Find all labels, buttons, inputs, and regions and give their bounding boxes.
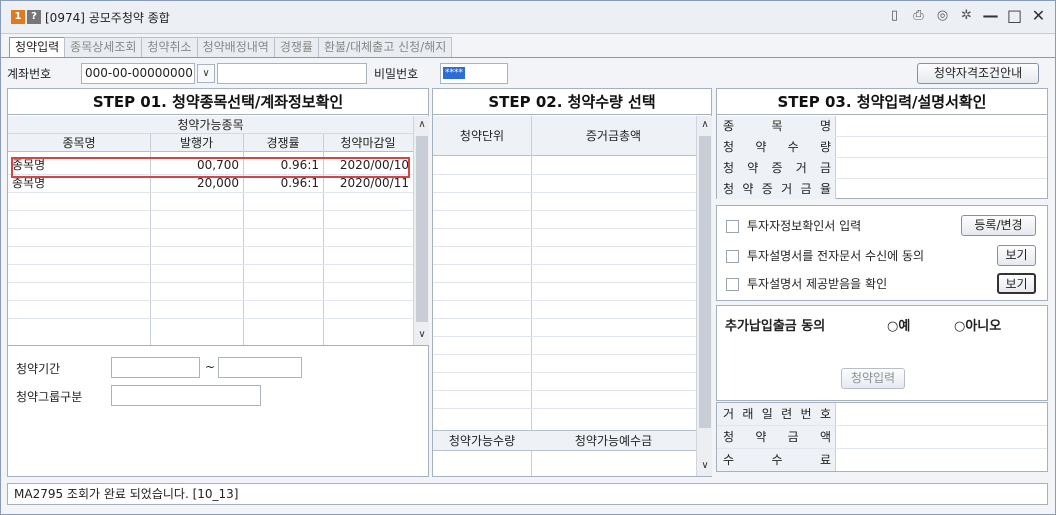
scroll-thumb[interactable] [699, 136, 711, 428]
tab-subscribe-input[interactable]: 청약입력 [9, 37, 66, 57]
step3-panel: STEP 03. 청약입력/설명서확인 종 목 명 청 약 수 량 청 약 증 … [716, 88, 1048, 477]
radio-yes-label: 예 [898, 319, 911, 334]
account-label: 계좌번호 [7, 67, 52, 81]
account-number-input[interactable]: 000-00-00000000 [81, 63, 195, 84]
window-tools: ▯ ⎙ ◎ ✲ — □ ✕ [886, 6, 1047, 25]
margin-label: 청 약 증 거 금 [723, 161, 831, 175]
step2-footer-header: 청약가능수량 청약가능예수금 [433, 430, 696, 451]
settings-icon[interactable]: ✲ [958, 7, 975, 24]
stock-name-label: 종 목 명 [723, 119, 831, 133]
period-label: 청약기간 [16, 362, 61, 376]
selected-row-highlight [11, 157, 410, 178]
tab-bar: 청약입력 종목상세조회 청약취소 청약배정내역 경쟁률 환불/대체출고 신청/해… [9, 37, 453, 57]
step2-scrollbar[interactable]: ∧ ∨ [696, 116, 712, 476]
step3-info-box: STEP 03. 청약입력/설명서확인 종 목 명 청 약 수 량 청 약 증 … [716, 88, 1048, 199]
amount-label: 청 약 금 액 [723, 430, 831, 444]
step3-title: STEP 03. 청약입력/설명서확인 [717, 89, 1047, 115]
consent-box: 투자자정보확인서 입력 등록/변경 투자설명서를 전자문서 수신에 동의 보기 … [716, 205, 1048, 301]
investor-info-checkbox[interactable] [726, 220, 739, 233]
step2-panel: STEP 02. 청약수량 선택 청약단위 증거금총액 청약가능수량 청약가능예… [432, 88, 712, 477]
view-button[interactable]: 보기 [997, 245, 1036, 266]
password-label: 비밀번호 [374, 67, 419, 81]
minimize-icon[interactable]: — [982, 6, 999, 25]
scroll-down-icon[interactable]: ∨ [414, 327, 430, 343]
step1-panel: STEP 01. 청약종목선택/계좌정보확인 청약가능종목 종목명 발행가 경쟁… [7, 88, 429, 477]
print-icon[interactable]: ⎙ [910, 7, 927, 24]
trade-seq-label: 거 래 일 련 번 호 [723, 407, 831, 421]
account-name-field [217, 63, 367, 84]
col-margin-total: 증거금총액 [585, 129, 642, 143]
group-label: 청약그룹구분 [16, 390, 83, 404]
tab-cancel[interactable]: 청약취소 [141, 37, 198, 57]
view-button[interactable]: 보기 [997, 273, 1036, 294]
password-mask: **** [443, 67, 465, 79]
prospectus-received-checkbox[interactable] [726, 278, 739, 291]
group-input[interactable] [111, 385, 261, 406]
screen-number-icon[interactable]: 1 [11, 10, 25, 24]
col-deadline: 청약마감일 [340, 136, 396, 150]
radio-icon: ○ [954, 319, 966, 334]
tab-allocation[interactable]: 청약배정내역 [196, 37, 275, 57]
e-doc-consent-checkbox[interactable] [726, 250, 739, 263]
step1-scrollbar[interactable]: ∧ ∨ [413, 116, 429, 345]
period-end-input[interactable] [218, 357, 302, 378]
capture-icon[interactable]: ◎ [934, 7, 951, 24]
col-available-deposit: 청약가능예수금 [574, 434, 653, 448]
radio-no[interactable]: ○아니오 [954, 318, 1001, 336]
period-start-input[interactable] [111, 357, 200, 378]
radio-yes[interactable]: ○예 [887, 318, 910, 336]
col-unit: 청약단위 [459, 129, 505, 143]
status-bar: MA2795 조회가 완료 되었습니다. [10_13] [7, 483, 1048, 505]
prospectus-received-label: 투자설명서 제공받음을 확인 [747, 277, 888, 291]
step2-column-header: 청약단위 증거금총액 [433, 116, 696, 156]
window-title: [0974] 공모주청약 종합 [45, 11, 170, 25]
tab-refund[interactable]: 환불/대체출고 신청/해지 [317, 37, 453, 57]
col-competition: 경쟁률 [266, 136, 300, 150]
radio-no-label: 아니오 [965, 319, 1002, 334]
scroll-thumb[interactable] [416, 136, 428, 322]
account-dropdown-icon[interactable]: ∨ [197, 64, 215, 83]
tab-divider [1, 57, 1055, 58]
col-issue-price: 발행가 [179, 136, 214, 150]
result-box: 거 래 일 련 번 호 청 약 금 액 수 수 료 [716, 402, 1048, 472]
consent-label: 추가납입출금 동의 [725, 319, 826, 334]
period-separator: ~ [205, 360, 216, 374]
submit-subscription-button[interactable]: 청약입력 [841, 368, 905, 389]
register-change-button[interactable]: 등록/변경 [961, 215, 1036, 236]
col-available-qty: 청약가능수량 [448, 434, 516, 448]
step1-column-header: 종목명 발행가 경쟁률 청약마감일 [8, 134, 413, 152]
margin-rate-label: 청 약 증 거 금 율 [723, 182, 831, 196]
investor-info-label: 투자자정보확인서 입력 [747, 219, 862, 233]
tab-stock-detail[interactable]: 종목상세조회 [64, 37, 143, 57]
help-icon[interactable]: ? [27, 10, 41, 24]
qty-label: 청 약 수 량 [723, 140, 831, 154]
fee-label: 수 수 료 [723, 453, 831, 467]
memo-icon[interactable]: ▯ [886, 7, 903, 24]
step1-title: STEP 01. 청약종목선택/계좌정보확인 [8, 89, 428, 115]
password-input[interactable]: **** [440, 63, 508, 84]
maximize-icon[interactable]: □ [1006, 6, 1023, 25]
scroll-down-icon[interactable]: ∨ [697, 458, 713, 474]
step2-title: STEP 02. 청약수량 선택 [433, 89, 711, 115]
scroll-up-icon[interactable]: ∧ [414, 117, 430, 133]
account-row: 계좌번호 000-00-00000000 ∨ 비밀번호 **** 청약자격조건안… [1, 59, 1055, 87]
scroll-up-icon[interactable]: ∧ [697, 117, 713, 133]
title-bar: 1 ? [0974] 공모주청약 종합 ▯ ⎙ ◎ ✲ — □ ✕ [1, 1, 1055, 34]
e-doc-consent-label: 투자설명서를 전자문서 수신에 동의 [747, 249, 925, 263]
radio-icon: ○ [887, 319, 899, 334]
submit-box: 추가납입출금 동의 ○예 ○아니오 청약입력 [716, 305, 1048, 401]
close-icon[interactable]: ✕ [1030, 6, 1047, 25]
tab-competition[interactable]: 경쟁률 [273, 37, 319, 57]
eligibility-guide-button[interactable]: 청약자격조건안내 [917, 63, 1039, 84]
step1-group-header: 청약가능종목 [8, 116, 413, 134]
app-window: 1 ? [0974] 공모주청약 종합 ▯ ⎙ ◎ ✲ — □ ✕ 청약입력 종… [0, 0, 1056, 515]
col-stock-name: 종목명 [62, 136, 96, 150]
